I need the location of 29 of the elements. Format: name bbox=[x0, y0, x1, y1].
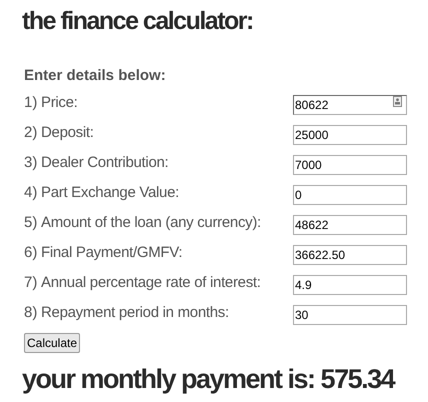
field-label: Deposit: bbox=[41, 122, 95, 143]
input-field[interactable]: 36622.50 bbox=[293, 245, 407, 265]
contact-card-icon[interactable] bbox=[393, 96, 402, 107]
field-number: 7) bbox=[24, 272, 38, 293]
field-label: Annual percentage rate of interest: bbox=[41, 272, 262, 293]
field-label: Part Exchange Value: bbox=[41, 182, 180, 203]
field-label: Price: bbox=[41, 92, 79, 113]
field-number: 6) bbox=[24, 242, 38, 263]
input-field[interactable]: 48622 bbox=[293, 215, 407, 235]
form-heading: Enter details below: bbox=[23, 66, 166, 86]
input-field[interactable]: 25000 bbox=[293, 125, 407, 145]
field-label: Repayment period in months: bbox=[41, 302, 230, 323]
input-field[interactable]: 80622 bbox=[293, 95, 407, 115]
input-field[interactable]: 0 bbox=[293, 185, 407, 205]
monthly-payment-result: your monthly payment is: 575.34 bbox=[22, 363, 394, 396]
input-field[interactable]: 7000 bbox=[293, 155, 407, 175]
field-label: Final Payment/GMFV: bbox=[41, 242, 184, 263]
field-number: 8) bbox=[24, 302, 38, 323]
field-number: 5) bbox=[24, 212, 38, 233]
field-number: 3) bbox=[24, 152, 38, 173]
input-field[interactable]: 4.9 bbox=[293, 275, 407, 295]
field-label: Amount of the loan (any currency): bbox=[41, 212, 262, 233]
calculate-button[interactable]: Calculate bbox=[24, 333, 80, 353]
field-number: 2) bbox=[24, 122, 38, 143]
page-title: the finance calculator: bbox=[22, 6, 253, 37]
field-number: 4) bbox=[24, 182, 38, 203]
field-label: Dealer Contribution: bbox=[41, 152, 170, 173]
input-field[interactable]: 30 bbox=[293, 305, 407, 325]
field-number: 1) bbox=[24, 92, 38, 113]
